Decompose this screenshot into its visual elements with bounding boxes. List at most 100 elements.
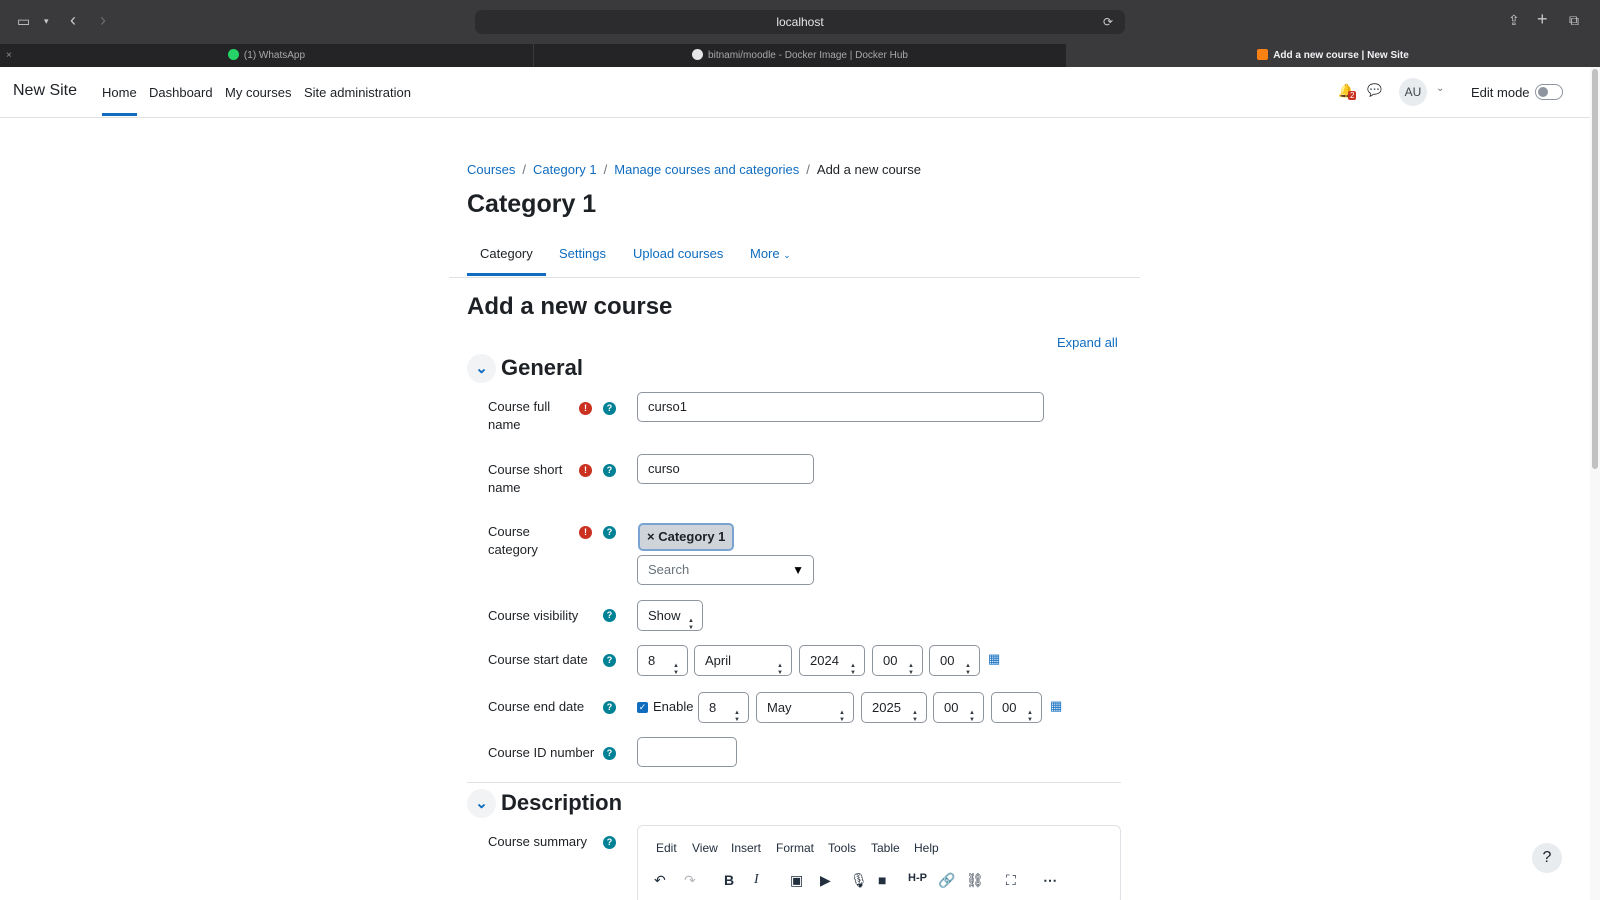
browser-tab[interactable]: × (1) WhatsApp [0,44,533,67]
unlink-icon[interactable]: ⛓ [966,872,984,889]
help-icon[interactable]: ? [603,654,616,667]
help-icon[interactable]: ? [603,464,616,477]
end-year-select[interactable]: 2025 [861,692,927,735]
chevron-down-icon[interactable]: ⌄ [467,354,496,383]
end-month-select[interactable]: May [756,692,854,735]
start-hour-select[interactable]: 00 [872,645,923,688]
help-icon[interactable]: ? [603,609,616,622]
tab-more[interactable]: More ⌄ [750,246,791,261]
nav-home[interactable]: Home [102,85,137,116]
tab-category[interactable]: Category [467,246,546,276]
tab-settings[interactable]: Settings [559,246,606,261]
required-icon: ! [579,526,592,539]
selected-category-chip[interactable]: × Category 1 [638,523,735,551]
back-icon[interactable]: ‹ [70,11,76,29]
help-icon[interactable]: ? [603,836,616,849]
start-day-select[interactable]: 8 [637,645,688,688]
moodle-icon [1257,49,1269,60]
help-icon[interactable]: ? [603,526,616,539]
browser-tabs: × (1) WhatsApp bitnami/moodle - Docker I… [0,44,1600,67]
help-fab-button[interactable]: ? [1532,843,1562,873]
course-full-name-input[interactable]: curso1 [637,392,1044,422]
italic-icon[interactable]: I [754,872,759,888]
chevron-down-icon[interactable]: ⌄ [1436,83,1444,94]
visibility-select[interactable]: Show [637,600,703,643]
end-date-label: Course end date [488,699,585,714]
help-icon[interactable]: ? [603,747,616,760]
browser-tab-active[interactable]: Add a new course | New Site [1066,44,1600,67]
h5p-icon[interactable]: H-P [908,872,927,884]
breadcrumb-category[interactable]: Category 1 [533,162,597,177]
help-icon[interactable]: ? [603,402,616,415]
avatar[interactable]: AU [1399,78,1427,106]
tab-label: (1) WhatsApp [243,50,306,61]
help-icon[interactable]: ? [603,701,616,714]
microphone-icon[interactable]: 🎙 [850,872,868,889]
scrollbar-thumb[interactable] [1592,69,1598,469]
browser-tab[interactable]: bitnami/moodle - Docker Image | Docker H… [533,44,1066,67]
end-date-enable-checkbox[interactable]: ✓ [637,702,648,713]
link-icon[interactable]: 🔗 [938,872,955,889]
chat-icon[interactable]: 💬 [1367,83,1382,97]
nav-site-administration[interactable]: Site administration [304,85,411,100]
image-icon[interactable]: ▣ [790,872,803,889]
chevron-down-icon[interactable]: ▾ [44,13,49,29]
nav-my-courses[interactable]: My courses [225,85,291,100]
calendar-icon[interactable]: ▦ [988,651,1000,667]
video-icon[interactable]: ■ [878,872,886,888]
section-general-title: General [501,355,583,380]
reload-icon[interactable]: ⟳ [1103,10,1113,34]
start-minute-select[interactable]: 00 [929,645,980,688]
end-minute-select[interactable]: 00 [991,692,1042,735]
editor-menu-table[interactable]: Table [871,841,900,855]
media-icon[interactable]: ▶ [820,872,831,889]
editor-menu-tools[interactable]: Tools [828,841,856,855]
start-year-select[interactable]: 2024 [799,645,865,688]
calendar-icon[interactable]: ▦ [1050,698,1062,714]
tab-overview-icon[interactable]: ⧉ [1569,12,1579,28]
address-bar[interactable]: localhost ⟳ [475,10,1125,34]
browser-toolbar: ▭ ▾ ‹ › localhost ⟳ ⇪ + ⧉ [0,0,1600,44]
editor-menu-edit[interactable]: Edit [656,841,677,855]
remove-icon[interactable]: × [647,529,655,544]
editor-menu-view[interactable]: View [692,841,718,855]
section-description-header[interactable]: ⌄ Description [467,789,622,818]
whatsapp-icon [227,49,239,60]
editor-menu-insert[interactable]: Insert [731,841,761,855]
end-day-select[interactable]: 8 [698,692,749,735]
fullscreen-icon[interactable]: ⛶ [1006,872,1016,889]
close-tab-icon[interactable]: × [6,44,12,67]
category-search-input[interactable]: Search ▼ [637,555,814,585]
breadcrumb-courses[interactable]: Courses [467,162,515,177]
end-hour-select[interactable]: 00 [933,692,984,735]
new-tab-icon[interactable]: + [1537,10,1548,28]
expand-all-link[interactable]: Expand all [1057,335,1118,350]
course-summary-editor[interactable]: Edit View Insert Format Tools Table Help… [637,825,1121,900]
nav-dashboard[interactable]: Dashboard [149,85,213,100]
course-short-name-input[interactable]: curso [637,454,814,484]
start-date-label: Course start date [488,652,588,667]
site-name[interactable]: New Site [13,82,77,100]
start-month-select[interactable]: April [694,645,792,688]
undo-icon[interactable]: ↶ [654,872,666,889]
sidebar-toggle-icon[interactable]: ▭ [17,13,30,29]
page-title: Category 1 [467,190,597,218]
forward-icon[interactable]: › [100,11,106,29]
editor-menu-format[interactable]: Format [776,841,814,855]
page-scrollbar[interactable] [1590,67,1600,900]
enable-label: Enable [653,699,694,714]
dropdown-arrow-icon[interactable]: ▼ [792,556,804,584]
top-navbar: New Site Home Dashboard My courses Site … [0,67,1590,118]
breadcrumb-manage[interactable]: Manage courses and categories [614,162,799,177]
editor-menu-help[interactable]: Help [914,841,939,855]
section-divider [467,782,1121,783]
chevron-down-icon[interactable]: ⌄ [467,789,496,818]
bold-icon[interactable]: B [724,872,734,888]
more-icon[interactable]: ⋯ [1043,872,1057,889]
tab-upload-courses[interactable]: Upload courses [633,246,723,261]
share-icon[interactable]: ⇪ [1508,12,1520,28]
section-general-header[interactable]: ⌄ General [467,354,583,383]
edit-mode-toggle[interactable] [1535,84,1563,100]
course-id-number-input[interactable] [637,737,737,767]
redo-icon[interactable]: ↷ [684,872,696,889]
